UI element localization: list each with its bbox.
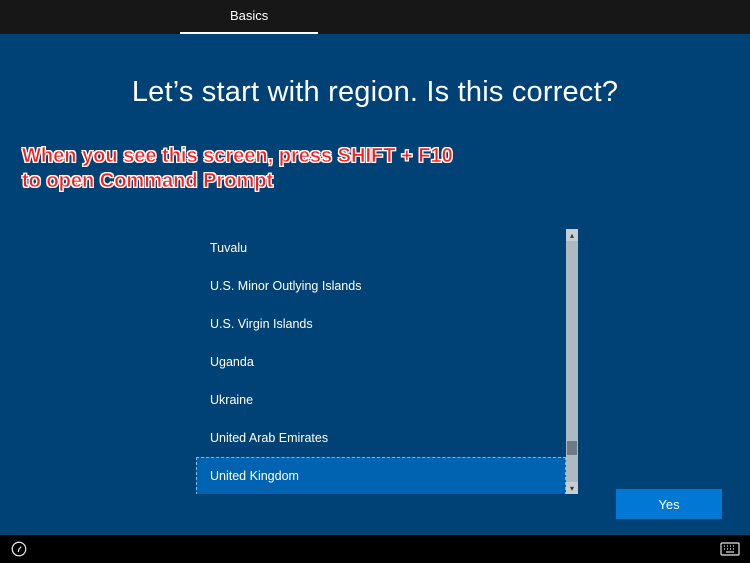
keyboard-icon[interactable] [720,542,740,556]
scroll-up-button[interactable]: ▴ [566,229,578,241]
region-list[interactable]: TuvaluU.S. Minor Outlying IslandsU.S. Vi… [196,229,566,494]
page-title: Let’s start with region. Is this correct… [0,76,750,109]
chevron-up-icon: ▴ [570,231,574,240]
scrollbar-thumb[interactable] [567,441,577,455]
oobe-main-panel: Let’s start with region. Is this correct… [0,34,750,535]
scroll-down-button[interactable]: ▾ [566,482,578,494]
scrollbar[interactable]: ▴ ▾ [566,229,578,494]
annotation-line-2: to open Command Prompt [22,169,453,194]
region-item[interactable]: Ukraine [196,381,566,419]
bottom-taskbar [0,535,750,563]
region-item[interactable]: U.S. Virgin Islands [196,305,566,343]
region-item[interactable]: United Kingdom [196,457,566,494]
region-item[interactable]: U.S. Minor Outlying Islands [196,267,566,305]
chevron-down-icon: ▾ [570,484,574,493]
region-list-container: TuvaluU.S. Minor Outlying IslandsU.S. Vi… [196,229,578,494]
region-item[interactable]: United Arab Emirates [196,419,566,457]
setup-tab-bar: Basics [0,0,750,34]
ease-of-access-icon[interactable] [10,540,28,558]
yes-button[interactable]: Yes [616,489,722,519]
region-item[interactable]: Tuvalu [196,229,566,267]
region-item[interactable]: Uganda [196,343,566,381]
annotation-line-1: When you see this screen, press SHIFT + … [22,144,453,169]
tab-basics[interactable]: Basics [180,0,318,34]
instruction-annotation: When you see this screen, press SHIFT + … [22,144,453,194]
